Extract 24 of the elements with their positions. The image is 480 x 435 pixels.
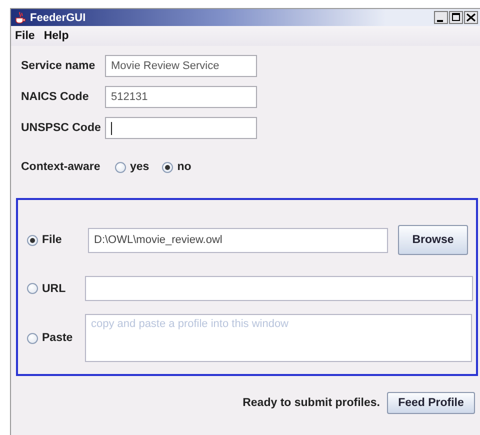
field-label: Context-aware	[21, 161, 102, 173]
text-field[interactable]	[105, 117, 257, 139]
feed-profile-button[interactable]: Feed Profile	[387, 392, 475, 414]
radio-button[interactable]: Paste	[27, 332, 73, 344]
browse-button[interactable]: Browse	[398, 225, 468, 255]
field-label: NAICS Code	[21, 91, 90, 103]
radio-button[interactable]: no	[162, 161, 192, 173]
close-icon[interactable]	[464, 11, 478, 24]
status-text: Ready to submit profiles.	[242, 397, 380, 409]
menu-item[interactable]: Help	[44, 30, 69, 42]
text-field[interactable]: 512131	[105, 86, 257, 108]
window-title: FeederGUI	[30, 12, 86, 24]
radio-button[interactable]: yes	[115, 161, 150, 173]
file-path-field[interactable]: D:\OWL\movie_review.owl	[88, 228, 388, 252]
field-label: UNSPSC Code	[21, 122, 102, 134]
maximize-icon[interactable]	[449, 11, 463, 24]
url-field[interactable]	[85, 276, 473, 301]
radio-button[interactable]: URL	[27, 282, 66, 294]
menu-item[interactable]: File	[15, 30, 35, 42]
cup-icon	[15, 12, 26, 24]
field-label: Service name	[21, 60, 96, 72]
minimize-icon[interactable]	[434, 11, 448, 24]
text-field[interactable]: Movie Review Service	[105, 55, 257, 77]
radio-button[interactable]: File	[27, 234, 62, 246]
